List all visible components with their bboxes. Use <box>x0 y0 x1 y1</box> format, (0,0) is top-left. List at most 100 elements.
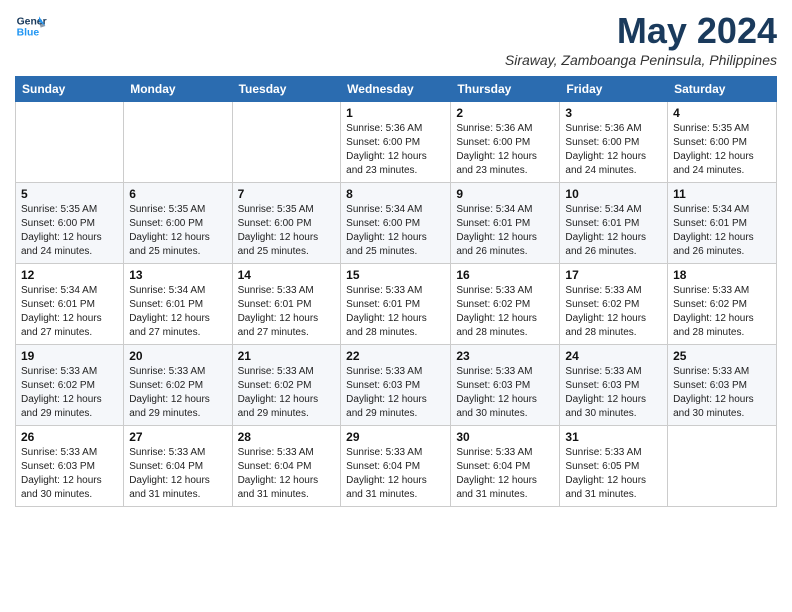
day-info-19: Sunrise: 5:33 AM Sunset: 6:02 PM Dayligh… <box>21 365 118 421</box>
cell-w0-d1 <box>124 102 232 183</box>
day-num-14: 14 <box>238 268 336 282</box>
cell-w0-d5: 3 Sunrise: 5:36 AM Sunset: 6:00 PM Daylig… <box>560 102 668 183</box>
day-num-23: 23 <box>456 349 554 363</box>
cell-w2-d6: 18Sunrise: 5:33 AM Sunset: 6:02 PM Dayli… <box>668 264 777 345</box>
header: General Blue May 2024 Siraway, Zamboanga… <box>15 10 777 68</box>
cell-w1-d3: 8 Sunrise: 5:34 AM Sunset: 6:00 PM Daylig… <box>341 183 451 264</box>
day-num-7: 7 <box>238 187 336 201</box>
day-num-15: 15 <box>346 268 445 282</box>
week-row-0: 1 Sunrise: 5:36 AM Sunset: 6:00 PM Daylig… <box>16 102 777 183</box>
day-num-13: 13 <box>129 268 226 282</box>
week-row-4: 26 Sunrise: 5:33 AM Sunset: 6:03 PM Dayli… <box>16 426 777 507</box>
day-info-6: Sunrise: 5:35 AM Sunset: 6:00 PM Dayligh… <box>129 203 226 259</box>
day-num-28: 28 <box>238 430 336 444</box>
day-info-13: Sunrise: 5:34 AM Sunset: 6:01 PM Dayligh… <box>129 284 226 340</box>
day-info-23: Sunrise: 5:33 AM Sunset: 6:03 PM Dayligh… <box>456 365 554 421</box>
location: Siraway, Zamboanga Peninsula, Philippine… <box>505 52 777 68</box>
day-num-17: 17 <box>565 268 662 282</box>
svg-text:Blue: Blue <box>17 28 40 39</box>
col-monday: Monday <box>124 77 232 102</box>
cell-w1-d4: 9 Sunrise: 5:34 AM Sunset: 6:01 PM Daylig… <box>451 183 560 264</box>
day-info-3: Sunrise: 5:36 AM Sunset: 6:00 PM Dayligh… <box>565 122 662 178</box>
day-info-28: Sunrise: 5:33 AM Sunset: 6:04 PM Dayligh… <box>238 446 336 502</box>
cell-w1-d1: 6 Sunrise: 5:35 AM Sunset: 6:00 PM Daylig… <box>124 183 232 264</box>
week-row-2: 12Sunrise: 5:34 AM Sunset: 6:01 PM Dayli… <box>16 264 777 345</box>
day-num-2: 2 <box>456 106 554 120</box>
day-info-21: Sunrise: 5:33 AM Sunset: 6:02 PM Dayligh… <box>238 365 336 421</box>
calendar-table: Sunday Monday Tuesday Wednesday Thursday… <box>15 76 777 507</box>
cell-w2-d3: 15 Sunrise: 5:33 AM Sunset: 6:01 PM Dayli… <box>341 264 451 345</box>
cell-w3-d4: 23 Sunrise: 5:33 AM Sunset: 6:03 PM Dayli… <box>451 345 560 426</box>
day-info-7: Sunrise: 5:35 AM Sunset: 6:00 PM Dayligh… <box>238 203 336 259</box>
day-info-22: Sunrise: 5:33 AM Sunset: 6:03 PM Dayligh… <box>346 365 445 421</box>
col-sunday: Sunday <box>16 77 124 102</box>
day-num-26: 26 <box>21 430 118 444</box>
day-info-17: Sunrise: 5:33 AM Sunset: 6:02 PM Dayligh… <box>565 284 662 340</box>
cell-w4-d0: 26 Sunrise: 5:33 AM Sunset: 6:03 PM Dayli… <box>16 426 124 507</box>
day-num-22: 22 <box>346 349 445 363</box>
cell-w0-d4: 2 Sunrise: 5:36 AM Sunset: 6:00 PM Daylig… <box>451 102 560 183</box>
title-block: May 2024 Siraway, Zamboanga Peninsula, P… <box>505 10 777 68</box>
cell-w4-d2: 28 Sunrise: 5:33 AM Sunset: 6:04 PM Dayli… <box>232 426 341 507</box>
day-num-29: 29 <box>346 430 445 444</box>
day-info-14: Sunrise: 5:33 AM Sunset: 6:01 PM Dayligh… <box>238 284 336 340</box>
cell-w3-d0: 19 Sunrise: 5:33 AM Sunset: 6:02 PM Dayli… <box>16 345 124 426</box>
cell-w4-d4: 30 Sunrise: 5:33 AM Sunset: 6:04 PM Dayli… <box>451 426 560 507</box>
day-info-26: Sunrise: 5:33 AM Sunset: 6:03 PM Dayligh… <box>21 446 118 502</box>
day-num-10: 10 <box>565 187 662 201</box>
day-num-20: 20 <box>129 349 226 363</box>
day-info-8: Sunrise: 5:34 AM Sunset: 6:00 PM Dayligh… <box>346 203 445 259</box>
day-num-5: 5 <box>21 187 118 201</box>
day-num-30: 30 <box>456 430 554 444</box>
day-num-24: 24 <box>565 349 662 363</box>
col-tuesday: Tuesday <box>232 77 341 102</box>
cell-w0-d6: 4 Sunrise: 5:35 AM Sunset: 6:00 PM Daylig… <box>668 102 777 183</box>
logo: General Blue <box>15 10 47 42</box>
page: General Blue May 2024 Siraway, Zamboanga… <box>0 0 792 517</box>
day-num-21: 21 <box>238 349 336 363</box>
day-num-11: 11 <box>673 187 771 201</box>
day-num-16: 16 <box>456 268 554 282</box>
cell-w1-d5: 10 Sunrise: 5:34 AM Sunset: 6:01 PM Dayli… <box>560 183 668 264</box>
day-num-6: 6 <box>129 187 226 201</box>
cell-w3-d5: 24 Sunrise: 5:33 AM Sunset: 6:03 PM Dayli… <box>560 345 668 426</box>
day-info-16: Sunrise: 5:33 AM Sunset: 6:02 PM Dayligh… <box>456 284 554 340</box>
day-num-1: 1 <box>346 106 445 120</box>
cell-w4-d6 <box>668 426 777 507</box>
day-num-4: 4 <box>673 106 771 120</box>
day-info-15: Sunrise: 5:33 AM Sunset: 6:01 PM Dayligh… <box>346 284 445 340</box>
day-info-24: Sunrise: 5:33 AM Sunset: 6:03 PM Dayligh… <box>565 365 662 421</box>
day-info-31: Sunrise: 5:33 AM Sunset: 6:05 PM Dayligh… <box>565 446 662 502</box>
day-info-10: Sunrise: 5:34 AM Sunset: 6:01 PM Dayligh… <box>565 203 662 259</box>
day-num-19: 19 <box>21 349 118 363</box>
cell-w3-d2: 21 Sunrise: 5:33 AM Sunset: 6:02 PM Dayli… <box>232 345 341 426</box>
day-num-9: 9 <box>456 187 554 201</box>
cell-w4-d1: 27Sunrise: 5:33 AM Sunset: 6:04 PM Dayli… <box>124 426 232 507</box>
logo-icon: General Blue <box>15 10 47 42</box>
day-info-5: Sunrise: 5:35 AM Sunset: 6:00 PM Dayligh… <box>21 203 118 259</box>
cell-w0-d3: 1 Sunrise: 5:36 AM Sunset: 6:00 PM Daylig… <box>341 102 451 183</box>
cell-w0-d0 <box>16 102 124 183</box>
cell-w2-d5: 17 Sunrise: 5:33 AM Sunset: 6:02 PM Dayli… <box>560 264 668 345</box>
col-saturday: Saturday <box>668 77 777 102</box>
day-info-9: Sunrise: 5:34 AM Sunset: 6:01 PM Dayligh… <box>456 203 554 259</box>
cell-w4-d5: 31Sunrise: 5:33 AM Sunset: 6:05 PM Dayli… <box>560 426 668 507</box>
cell-w3-d6: 25Sunrise: 5:33 AM Sunset: 6:03 PM Dayli… <box>668 345 777 426</box>
cell-w3-d3: 22 Sunrise: 5:33 AM Sunset: 6:03 PM Dayli… <box>341 345 451 426</box>
day-info-2: Sunrise: 5:36 AM Sunset: 6:00 PM Dayligh… <box>456 122 554 178</box>
day-info-11: Sunrise: 5:34 AM Sunset: 6:01 PM Dayligh… <box>673 203 771 259</box>
day-info-27: Sunrise: 5:33 AM Sunset: 6:04 PM Dayligh… <box>129 446 226 502</box>
day-info-4: Sunrise: 5:35 AM Sunset: 6:00 PM Dayligh… <box>673 122 771 178</box>
day-num-8: 8 <box>346 187 445 201</box>
cell-w1-d2: 7 Sunrise: 5:35 AM Sunset: 6:00 PM Daylig… <box>232 183 341 264</box>
day-info-1: Sunrise: 5:36 AM Sunset: 6:00 PM Dayligh… <box>346 122 445 178</box>
day-info-30: Sunrise: 5:33 AM Sunset: 6:04 PM Dayligh… <box>456 446 554 502</box>
day-info-25: Sunrise: 5:33 AM Sunset: 6:03 PM Dayligh… <box>673 365 771 421</box>
calendar-header-row: Sunday Monday Tuesday Wednesday Thursday… <box>16 77 777 102</box>
day-info-12: Sunrise: 5:34 AM Sunset: 6:01 PM Dayligh… <box>21 284 118 340</box>
cell-w2-d2: 14 Sunrise: 5:33 AM Sunset: 6:01 PM Dayli… <box>232 264 341 345</box>
cell-w2-d0: 12Sunrise: 5:34 AM Sunset: 6:01 PM Dayli… <box>16 264 124 345</box>
cell-w3-d1: 20Sunrise: 5:33 AM Sunset: 6:02 PM Dayli… <box>124 345 232 426</box>
cell-w2-d1: 13 Sunrise: 5:34 AM Sunset: 6:01 PM Dayli… <box>124 264 232 345</box>
day-num-3: 3 <box>565 106 662 120</box>
